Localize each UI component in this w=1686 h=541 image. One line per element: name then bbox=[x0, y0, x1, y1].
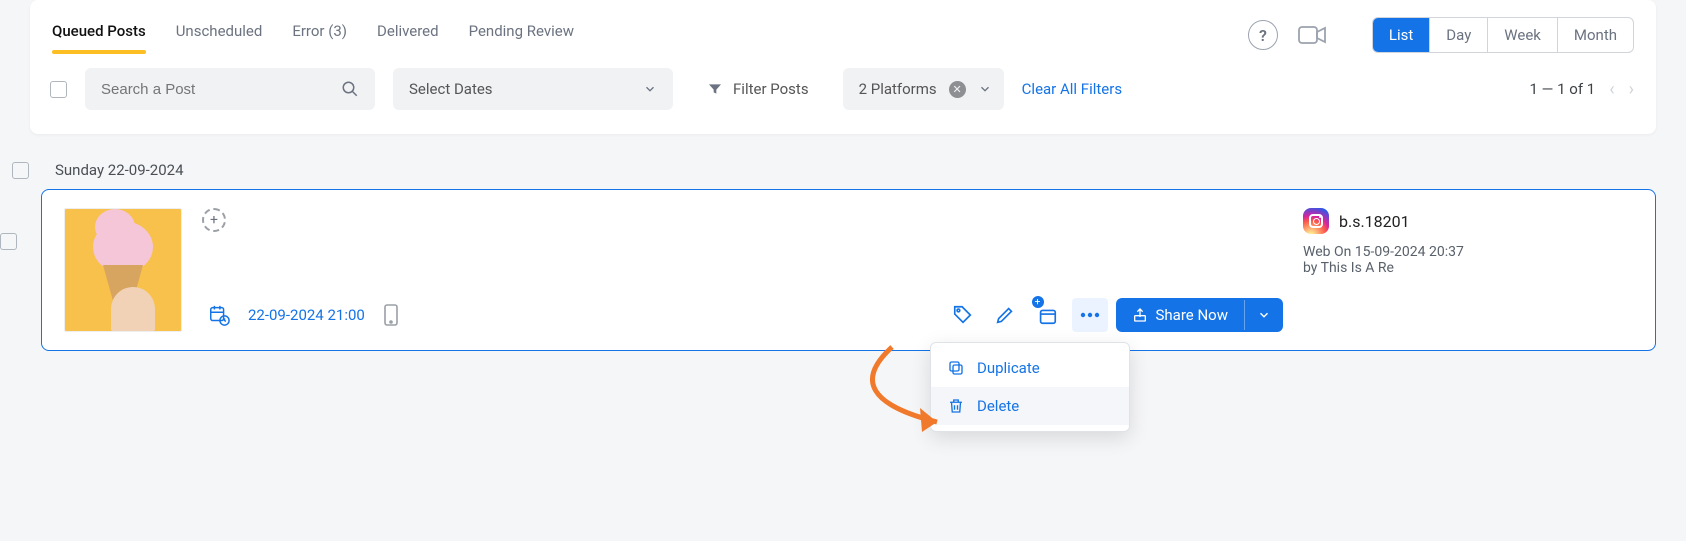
tab-error[interactable]: Error (3) bbox=[292, 16, 347, 54]
account-meta-2: by This Is A Re bbox=[1303, 260, 1633, 276]
top-panel: Queued Posts Unscheduled Error (3) Deliv… bbox=[30, 0, 1656, 134]
post-thumbnail[interactable] bbox=[64, 208, 182, 332]
tab-unscheduled[interactable]: Unscheduled bbox=[176, 16, 263, 54]
view-month[interactable]: Month bbox=[1557, 18, 1633, 52]
share-now-label: Share Now bbox=[1156, 306, 1228, 324]
view-toggle: List Day Week Month bbox=[1372, 17, 1634, 53]
more-icon[interactable] bbox=[1072, 298, 1108, 332]
platforms-filter[interactable]: 2 Platforms ✕ bbox=[843, 68, 1004, 110]
menu-delete[interactable]: Delete bbox=[931, 387, 1129, 425]
post-actions: + Share Now bbox=[946, 298, 1283, 332]
filter-icon bbox=[707, 81, 723, 97]
share-icon bbox=[1132, 307, 1148, 323]
select-dates-label: Select Dates bbox=[409, 80, 493, 98]
help-icon[interactable]: ? bbox=[1248, 20, 1278, 50]
view-week[interactable]: Week bbox=[1487, 18, 1557, 52]
select-all-checkbox[interactable] bbox=[50, 81, 67, 98]
pagination: 1 — 1 of 1 ‹ › bbox=[1530, 79, 1634, 100]
account-name: b.s.18201 bbox=[1339, 212, 1410, 231]
more-dropdown: Duplicate Delete bbox=[930, 342, 1130, 432]
edit-icon[interactable] bbox=[988, 298, 1022, 332]
share-dropdown[interactable] bbox=[1244, 300, 1283, 330]
clear-all-filters[interactable]: Clear All Filters bbox=[1022, 80, 1122, 98]
menu-duplicate[interactable]: Duplicate bbox=[931, 349, 1129, 387]
post-body: + 22-09-2024 21:00 bbox=[202, 208, 1283, 332]
tabs: Queued Posts Unscheduled Error (3) Deliv… bbox=[30, 0, 1656, 54]
instagram-icon bbox=[1303, 208, 1329, 234]
next-page[interactable]: › bbox=[1629, 79, 1634, 100]
view-day[interactable]: Day bbox=[1429, 18, 1487, 52]
trash-icon bbox=[947, 397, 965, 415]
date-group-header: Sunday 22-09-2024 bbox=[0, 159, 1686, 189]
menu-duplicate-label: Duplicate bbox=[977, 359, 1040, 377]
duplicate-icon bbox=[947, 359, 965, 377]
post-card: + 22-09-2024 21:00 bbox=[41, 189, 1656, 351]
select-dates[interactable]: Select Dates bbox=[393, 68, 673, 110]
select-day-checkbox[interactable] bbox=[12, 162, 29, 179]
search-icon[interactable] bbox=[341, 80, 359, 98]
post-footer: 22-09-2024 21:00 + bbox=[202, 298, 1283, 332]
prev-page[interactable]: ‹ bbox=[1609, 79, 1614, 100]
tag-icon[interactable] bbox=[946, 298, 980, 332]
menu-delete-label: Delete bbox=[977, 397, 1019, 415]
account-meta-1: Web On 15-09-2024 20:37 bbox=[1303, 244, 1633, 260]
target-icon[interactable]: + bbox=[202, 208, 226, 232]
tab-delivered[interactable]: Delivered bbox=[377, 16, 439, 54]
filter-bar: Select Dates Filter Posts 2 Platforms ✕ … bbox=[30, 54, 1656, 124]
share-now-button[interactable]: Share Now bbox=[1116, 298, 1283, 332]
post-datetime: 22-09-2024 21:00 bbox=[248, 306, 365, 324]
chevron-down-icon bbox=[643, 82, 657, 96]
filter-posts-label: Filter Posts bbox=[733, 80, 809, 98]
chevron-down-icon bbox=[978, 82, 992, 96]
select-post-checkbox[interactable] bbox=[0, 233, 17, 250]
post-side-info: b.s.18201 Web On 15-09-2024 20:37 by Thi… bbox=[1303, 208, 1633, 332]
video-icon[interactable] bbox=[1298, 24, 1328, 46]
platforms-label: 2 Platforms bbox=[859, 80, 937, 98]
schedule-icon[interactable] bbox=[202, 298, 236, 332]
filter-posts[interactable]: Filter Posts bbox=[691, 68, 825, 110]
queue-icon[interactable]: + bbox=[1030, 298, 1064, 332]
clear-platforms-icon[interactable]: ✕ bbox=[949, 81, 966, 98]
date-header-text: Sunday 22-09-2024 bbox=[55, 161, 184, 179]
search-container bbox=[85, 68, 375, 110]
tab-queued-posts[interactable]: Queued Posts bbox=[52, 16, 146, 54]
pagination-text: 1 — 1 of 1 bbox=[1530, 80, 1596, 98]
mobile-icon[interactable] bbox=[377, 298, 405, 332]
search-input[interactable] bbox=[101, 81, 341, 98]
view-list[interactable]: List bbox=[1373, 18, 1429, 52]
tab-pending-review[interactable]: Pending Review bbox=[469, 16, 574, 54]
